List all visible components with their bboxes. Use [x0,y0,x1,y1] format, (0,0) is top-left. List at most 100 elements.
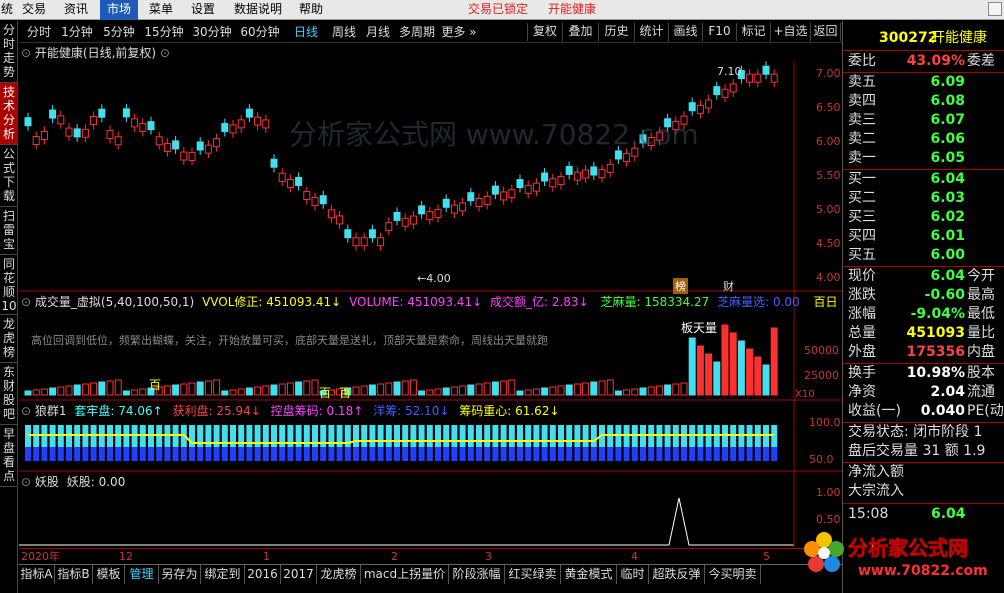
menu-settings[interactable]: 设置 [186,0,220,20]
tf-30min[interactable]: 30分钟 [189,21,235,43]
tab-minesweeper[interactable]: 扫雷宝 [0,207,18,255]
candle-body [565,165,573,175]
menu-data-desc[interactable]: 数据说明 [228,0,288,20]
collapse-icon[interactable]: ⊙ [21,475,31,489]
candle-body [729,83,737,93]
collapse-icon[interactable]: ⊙ [21,46,31,60]
wolf-bar-bottom [66,447,72,461]
btn-f10[interactable]: F10 [703,23,737,41]
bang-badge[interactable]: 榜 [673,278,688,294]
candle-body [524,184,532,194]
wolf-bar-top [361,425,368,447]
tf-daily[interactable]: 日线 [289,21,323,43]
btab-buy-sell[interactable]: 今买明卖 [705,565,761,584]
tick-time: 15:08 [848,506,889,522]
vol-item: 百日 [813,295,838,309]
tf-multi[interactable]: 多周期 [395,21,439,43]
trade-locked-alert[interactable]: 交易已锁定 [468,0,528,19]
btn-mark[interactable]: 标记 [737,23,771,41]
wolf-bar-bottom [656,447,663,461]
tab-ths10[interactable]: 同花顺10 [0,255,18,315]
candle-body [131,118,139,128]
btab-template[interactable]: 模板 [93,565,125,584]
wolf-panel-title: ⊙ 狼群1 套牢盘: 74.06↑ 获利盘: 25.94↓ 控盘筹码: 0.18… [21,403,560,419]
volume-bar [524,389,532,396]
btab-manage[interactable]: 管理 [125,565,159,584]
wolf-bar-bottom [328,447,335,461]
tf-60min[interactable]: 60分钟 [237,21,283,43]
candle-body [90,115,98,125]
candle-body [360,237,368,247]
stock-name-alert[interactable]: 开能健康 [548,0,596,19]
dropdown-icon[interactable]: ⊙ [160,46,170,60]
collapse-icon[interactable]: ⊙ [21,295,31,309]
candle-body [401,217,409,227]
stock-code: 300272 [879,30,938,46]
cai-badge[interactable]: 财 [723,278,734,294]
wolf-bar-bottom [582,447,589,461]
tf-15min[interactable]: 15分钟 [141,21,187,43]
tf-more[interactable]: 更多 » [439,21,479,43]
btab-save-as[interactable]: 另存为 [159,565,201,584]
wolf-bar-top [508,425,515,447]
btab-macd[interactable]: macd上拐量价 [361,565,449,584]
tf-weekly[interactable]: 周线 [327,21,361,43]
tab-technical[interactable]: 技术分析 [0,83,18,145]
volume-bar [311,379,319,396]
menu-market[interactable]: 市场 [100,0,138,20]
btab-rebound[interactable]: 超跌反弹 [649,565,705,584]
btab-indicator-b[interactable]: 指标B [55,565,93,584]
collapse-icon[interactable]: ⊙ [21,404,31,418]
wolf-bar-bottom [254,447,261,461]
volume-bar [418,390,426,396]
tf-5min[interactable]: 5分钟 [99,21,139,43]
candle-body [188,151,196,161]
btab-temp[interactable]: 临时 [617,565,649,584]
tab-dragon-tiger[interactable]: 龙虎榜 [0,315,18,363]
candle-body [49,109,57,119]
btn-history[interactable]: 历史 [599,23,635,41]
bai-tag: 百 [149,378,162,392]
btab-gold[interactable]: 黄金模式 [561,565,617,584]
candle-body [229,124,237,134]
flow-row: 大宗流入 [848,483,904,499]
candle-body [721,88,729,98]
btn-overlay[interactable]: 叠加 [563,23,599,41]
chart-area[interactable]: ⊙ 开能健康(日线,前复权) ⊙ 分析家公式网 www.70822.com 7.… [19,43,842,548]
btab-indicator-a[interactable]: 指标A [19,565,55,584]
menu-menu[interactable]: 菜单 [144,0,178,20]
tab-formula-download[interactable]: 公式下载 [0,145,18,207]
btab-2016[interactable]: 2016 [245,565,281,584]
candle-body [221,123,229,133]
btn-back[interactable]: 返回 [811,23,841,41]
tf-intraday[interactable]: 分时 [23,21,55,43]
wolf-bar-bottom [558,447,564,461]
tf-monthly[interactable]: 月线 [361,21,395,43]
candle-body [377,237,385,247]
wolf-bar-top [582,425,589,447]
btab-red-buy[interactable]: 红买绿卖 [505,565,561,584]
menu-news[interactable]: 资讯 [58,0,94,20]
wolf-bar-bottom [566,447,573,461]
tab-morning[interactable]: 早盘看点 [0,425,18,487]
tab-intraday[interactable]: 分时走势 [0,21,18,83]
btab-dragon[interactable]: 龙虎榜 [317,565,361,584]
wolf-bar-bottom [500,447,507,461]
tab-forum[interactable]: 东财股吧 [0,363,18,425]
btab-2017[interactable]: 2017 [281,565,317,584]
buy-row: 买一 6.04 [848,171,965,187]
tf-1min[interactable]: 1分钟 [57,21,97,43]
btab-bind[interactable]: 绑定到 [201,565,245,584]
btn-add-watch[interactable]: +自选 [771,23,811,41]
wolf-bar-bottom [246,447,253,461]
menu-help[interactable]: 帮助 [294,0,328,20]
btn-stats[interactable]: 统计 [635,23,669,41]
date-tick: 2 [391,550,398,563]
window-control-icon[interactable] [988,2,1002,16]
menu-system[interactable]: 系统 [0,0,16,20]
btab-stage-gain[interactable]: 阶段涨幅 [449,565,505,584]
stat2-row: 净资 2.04 流通 [848,384,995,400]
menu-trade[interactable]: 交易 [18,0,50,20]
btn-draw[interactable]: 画线 [669,23,703,41]
btn-adjust[interactable]: 复权 [527,23,563,41]
